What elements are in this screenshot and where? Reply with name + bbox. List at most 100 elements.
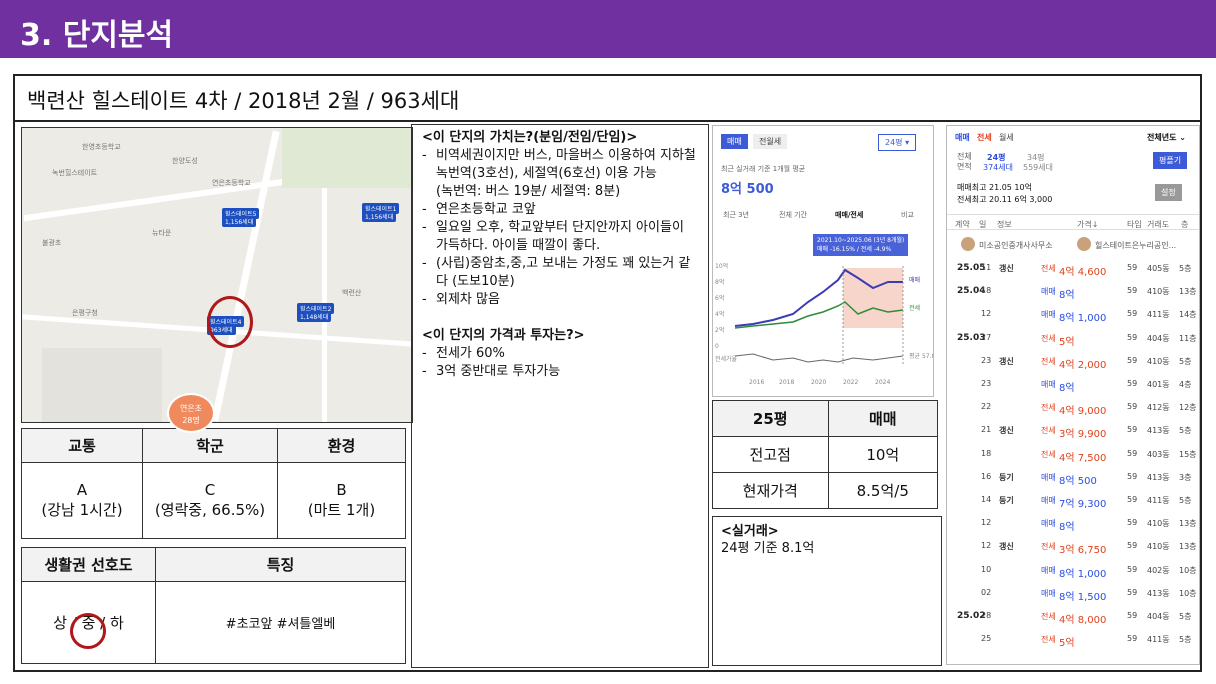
map-badge: 1,156세대 (362, 211, 397, 222)
map-badge: 1,148세대 (297, 311, 332, 322)
row-dong: 413동 (1147, 426, 1170, 436)
map-label: 불광초 (42, 239, 62, 247)
school-marker[interactable]: 연은초 28명 (167, 393, 215, 433)
row-fl: 5층 (1179, 635, 1192, 645)
selected-mark-circle (70, 613, 106, 649)
row-price: 4억 7,500 (1059, 452, 1107, 464)
table-row[interactable]: 16 등기 매매 8억 500 59 413동 3층 (947, 467, 1199, 487)
row-fl: 15층 (1179, 449, 1197, 459)
table-row[interactable]: 25 전세 5억 59 411동 5층 (947, 629, 1199, 650)
row-price: 8억 500 (1059, 475, 1097, 487)
agent-name[interactable]: 미소공인중개사사무소 (979, 240, 1053, 251)
row-price: 3억 9,900 (1059, 429, 1107, 441)
chart-price: 8억 500 (721, 182, 774, 197)
row-t: 59 (1127, 263, 1138, 272)
size-select[interactable]: 24평 ▾ (878, 134, 917, 151)
row-price: 5억 (1059, 638, 1075, 650)
table-row[interactable]: 25.05 11 갱신 전세 4억 4,600 59 405동 5층 (947, 258, 1199, 278)
real-text: 24평 기준 8.1억 (721, 541, 815, 556)
row-d: 10 (981, 564, 992, 574)
table-row[interactable]: 21 갱신 전세 3억 9,900 59 413동 5층 (947, 420, 1199, 441)
row-price: 8억 (1059, 383, 1075, 394)
table-row[interactable]: 22 전세 4억 9,000 59 412동 12층 (947, 397, 1199, 417)
y-tick: 4억 (715, 310, 724, 318)
grade-header-env: 환경 (277, 428, 406, 463)
row-dong: 412동 (1147, 403, 1170, 413)
map-badge: 1,156세대 (222, 216, 257, 227)
x-tick: 2024 (875, 379, 890, 386)
row-price: 4억 4,600 (1059, 267, 1107, 278)
y-tick: 2억 (715, 326, 724, 334)
row-d: 18 (981, 286, 992, 296)
tab-sale[interactable]: 매매 (721, 134, 748, 149)
period-tab[interactable]: 전체 기간 (779, 210, 807, 220)
row-dong: 410동 (1147, 519, 1170, 529)
table-row[interactable]: 02 매매 8억 1,500 59 413동 10층 (947, 583, 1199, 603)
row-t: 59 (1127, 379, 1138, 388)
table-row[interactable]: 12 갱신 전세 3억 6,750 59 410동 13층 (947, 536, 1199, 556)
table-row[interactable]: 12 매매 8억 59 410동 13층 (947, 513, 1199, 534)
period-select[interactable]: 전체년도 ⌄ (1147, 132, 1186, 143)
real-transaction-box: <실거래> 24평 기준 8.1억 (712, 516, 942, 666)
list-tab-jeonse[interactable]: 전세 (977, 132, 992, 143)
agent-row: 미소공인중개사사무소 힐스테이트은누리공인... (947, 234, 1199, 254)
row-price: 4억 2,000 (1059, 359, 1107, 371)
row-d: 12 (981, 518, 992, 528)
row-fl: 4층 (1179, 380, 1192, 389)
row-type: 전세 (1041, 542, 1056, 552)
price-table: 25평 매매 전고점 10억 현재가격 8.5억/5 (712, 400, 939, 509)
y-tick: 0 (715, 343, 719, 350)
row-dong: 413동 (1147, 588, 1170, 598)
row-d: 12 (981, 541, 992, 551)
row-type: 전세 (1041, 403, 1056, 413)
row-d: 23 (981, 355, 992, 365)
size-select-label: 24평 (885, 138, 903, 147)
row-fl: 10층 (1179, 565, 1197, 575)
complex-title: 백련산 힐스테이트 4차 / 2018년 2월 / 963세대 (27, 89, 460, 113)
location-map[interactable]: 한영초등학교 한양도성 녹번힐스테이트 연은초등학교 불광초 뉴타운 은평구청 … (21, 127, 413, 423)
period-tab[interactable]: 매매/전세 (835, 210, 863, 220)
col-header[interactable]: 가격↓ (1077, 219, 1098, 230)
col-header: 거래도 (1147, 220, 1170, 229)
table-row[interactable]: 10 매매 8억 1,000 59 402동 10층 (947, 560, 1199, 580)
col-header: 계약 (955, 220, 970, 229)
table-row[interactable]: 14 등기 매매 7억 9,300 59 411동 5층 (947, 490, 1199, 510)
grade-env: B (마트 1개) (277, 462, 406, 539)
legend-sale: 매매 (909, 276, 920, 284)
row-fl: 14층 (1179, 310, 1197, 320)
row-type: 전세 (1041, 333, 1056, 343)
table-row[interactable]: 12 매매 8억 1,000 59 411동 14층 (947, 304, 1199, 324)
map-label: 연은초등학교 (212, 179, 251, 187)
period-tab[interactable]: 비교 (901, 210, 914, 220)
row-t: 59 (1127, 286, 1138, 296)
agent-name[interactable]: 힐스테이트은누리공인... (1095, 240, 1176, 251)
col-header: 층 (1181, 220, 1189, 229)
table-row[interactable]: 25.04 18 매매 8억 59 410동 13층 (947, 281, 1199, 301)
x-tick: 2018 (779, 379, 794, 386)
row-type: 전세 (1041, 264, 1056, 273)
row-t: 59 (1127, 355, 1138, 365)
setting-button[interactable]: 설정 (1155, 184, 1182, 201)
avatar (961, 237, 975, 251)
row-t: 59 (1127, 332, 1138, 342)
list-tab-monthly[interactable]: 월세 (999, 132, 1014, 143)
table-row[interactable]: 25.02 28 전세 4억 8,000 59 404동 5층 (947, 606, 1199, 626)
compare-button[interactable]: 평플기 (1153, 152, 1188, 169)
grade-school: C (영락중, 66.5%) (142, 462, 278, 539)
col-header: 타입 (1127, 220, 1142, 229)
row-price: 4억 8,000 (1059, 615, 1107, 626)
table-row[interactable]: 25.03 27 전세 5억 59 404동 11층 (947, 328, 1199, 348)
period-tab[interactable]: 최근 3년 (723, 210, 749, 220)
sale-high: 매매최고 21.05 10억 (957, 183, 1032, 192)
table-row[interactable]: 18 전세 4억 7,500 59 403동 15층 (947, 444, 1199, 464)
row-price: 8억 (1059, 522, 1075, 534)
table-row[interactable]: 23 갱신 전세 4억 2,000 59 410동 5층 (947, 351, 1199, 371)
table-row[interactable]: 23 매매 8억 59 401동 4층 (947, 374, 1199, 394)
highlight-circle (207, 296, 253, 348)
tab-rent[interactable]: 전월세 (753, 134, 788, 149)
row-fl: 5층 (1179, 496, 1192, 505)
row-dong: 411동 (1147, 310, 1170, 320)
row-info: 등기 (999, 496, 1014, 505)
row-type: 매매 (1041, 519, 1056, 529)
list-tab-sale[interactable]: 매매 (955, 132, 970, 143)
